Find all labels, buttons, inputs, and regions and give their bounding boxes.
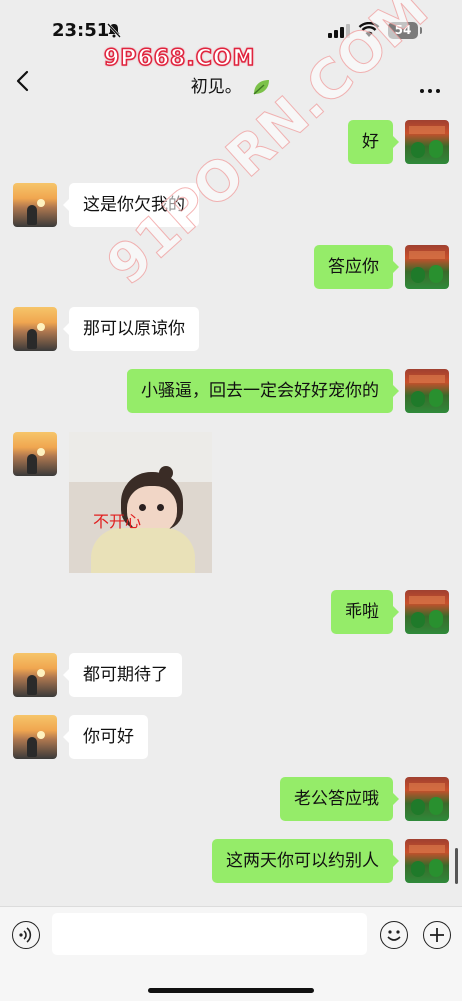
- message-bubble-received[interactable]: 那可以原谅你: [63, 307, 199, 351]
- contact-avatar[interactable]: [13, 432, 57, 476]
- status-time: 23:51: [52, 20, 110, 41]
- message-bubble-sent[interactable]: 答应你: [314, 245, 399, 289]
- my-avatar[interactable]: [405, 120, 449, 164]
- plus-sign-icon: [430, 928, 444, 942]
- home-indicator[interactable]: [148, 988, 314, 993]
- input-bar: [0, 906, 462, 1001]
- chat-title: 初见。: [0, 72, 462, 97]
- emoji-icon[interactable]: [380, 921, 408, 949]
- contact-avatar[interactable]: [13, 183, 57, 227]
- image-caption: 不开心: [93, 512, 142, 531]
- message-bubble-sent[interactable]: 这两天你可以约别人: [212, 839, 399, 883]
- watermark-top: 9P668.COM: [103, 45, 256, 72]
- message-input[interactable]: [52, 913, 367, 955]
- leaf-icon: [253, 80, 270, 95]
- message-bubble-sent[interactable]: 乖啦: [331, 590, 399, 634]
- chat-title-text: 初见。: [190, 77, 242, 97]
- voice-waves-icon: [19, 927, 32, 943]
- my-avatar[interactable]: [405, 590, 449, 634]
- my-avatar[interactable]: [405, 369, 449, 413]
- contact-avatar[interactable]: [13, 307, 57, 351]
- scrollbar[interactable]: [455, 848, 458, 884]
- message-bubble-sent[interactable]: 老公答应哦: [280, 777, 399, 821]
- my-avatar[interactable]: [405, 777, 449, 821]
- message-bubble-received[interactable]: 这是你欠我的: [63, 183, 199, 227]
- smiley-face-icon: [387, 930, 401, 941]
- plus-icon[interactable]: [423, 921, 451, 949]
- cellular-signal-icon: [328, 24, 350, 38]
- voice-icon[interactable]: [12, 921, 40, 949]
- battery-indicator: 54: [388, 22, 418, 39]
- contact-avatar[interactable]: [13, 653, 57, 697]
- my-avatar[interactable]: [405, 839, 449, 883]
- message-bubble-sent[interactable]: 小骚逼，回去一定会好好宠你的: [127, 369, 399, 413]
- battery-tip: [420, 27, 422, 34]
- wifi-icon: [358, 22, 380, 37]
- more-dots-icon[interactable]: [418, 78, 442, 97]
- contact-avatar[interactable]: [13, 715, 57, 759]
- message-bubble-received[interactable]: 你可好: [63, 715, 148, 759]
- bell-slash-icon: [107, 23, 121, 38]
- my-avatar[interactable]: [405, 245, 449, 289]
- image-message[interactable]: 不开心: [69, 432, 212, 573]
- message-bubble-sent[interactable]: 好: [348, 120, 399, 164]
- message-bubble-received[interactable]: 都可期待了: [63, 653, 182, 697]
